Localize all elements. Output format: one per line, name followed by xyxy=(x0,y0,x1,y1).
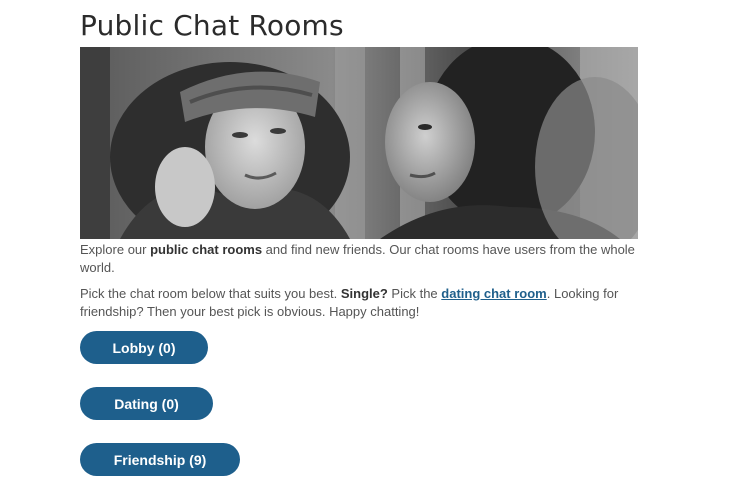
intro-bold-public-chat-rooms: public chat rooms xyxy=(150,242,263,257)
pick-text-before: Pick the chat room below that suits you … xyxy=(80,286,341,301)
dating-room-button[interactable]: Dating (0) xyxy=(80,387,213,420)
pick-paragraph: Pick the chat room below that suits you … xyxy=(80,285,645,321)
hero-image xyxy=(80,47,638,239)
page-title: Public Chat Rooms xyxy=(80,9,344,42)
page: Public Chat Rooms Explore our public cha… xyxy=(0,0,750,500)
pick-text-middle: Pick the xyxy=(387,286,442,301)
friendship-room-button[interactable]: Friendship (9) xyxy=(80,443,240,476)
intro-text-before: Explore our xyxy=(80,242,151,257)
pick-bold-single: Single? xyxy=(340,286,388,301)
dating-chat-room-link[interactable]: dating chat room xyxy=(441,286,546,301)
lobby-room-button[interactable]: Lobby (0) xyxy=(80,331,208,364)
intro-paragraph: Explore our public chat rooms and find n… xyxy=(80,241,645,277)
